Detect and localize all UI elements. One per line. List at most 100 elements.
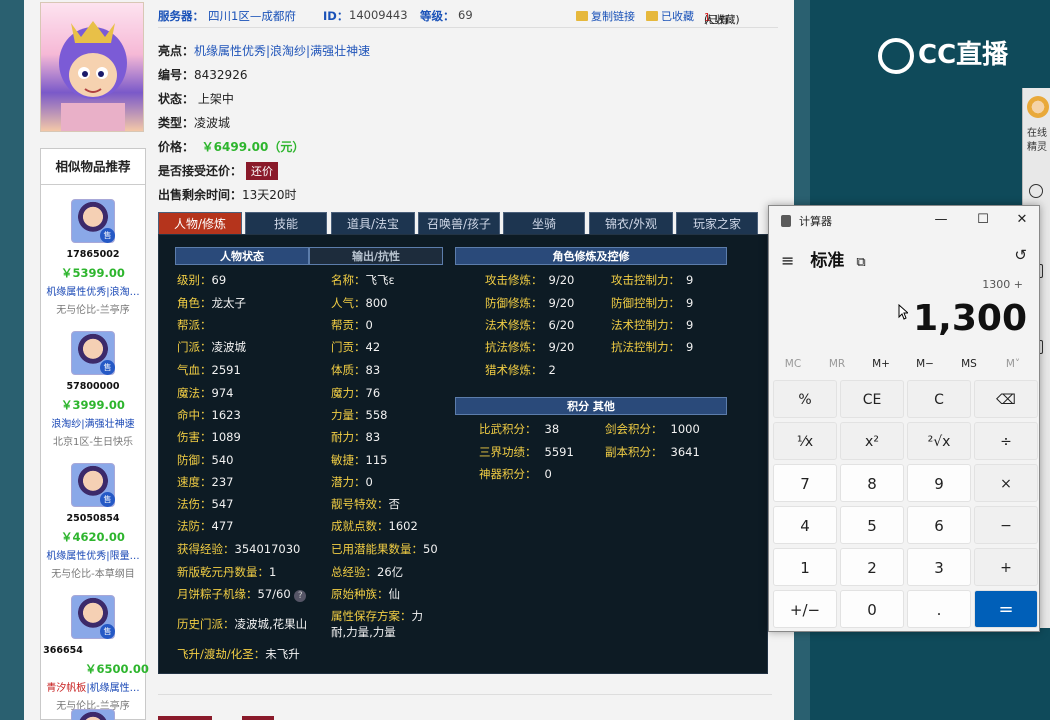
tab-items[interactable]: 道具/法宝 <box>331 212 415 234</box>
percent-key[interactable]: % <box>773 380 837 418</box>
tab-skills[interactable]: 技能 <box>245 212 327 234</box>
item-price: ￥6500.00 <box>85 662 149 676</box>
similar-item[interactable]: 售 366654 ￥6500.00 青汐帆板|机缘属性… 无与伦比-兰亭序 <box>41 595 149 720</box>
digit-3-key[interactable]: 3 <box>907 548 971 586</box>
stat-value: 354017030 <box>234 542 301 556</box>
bargain-button[interactable]: 还价 <box>246 162 279 180</box>
stat-value: 237 <box>211 475 234 489</box>
digit-0-key[interactable]: 0 <box>840 590 904 628</box>
similar-item[interactable]: 售 17865002 ￥5399.00 机缘属性优秀|浪淘… 无与伦比-兰亭序 <box>41 199 145 329</box>
divide-key[interactable]: ÷ <box>974 422 1038 460</box>
stat-key: 原始种族： <box>331 587 389 601</box>
level-value: 69 <box>458 8 473 22</box>
memory-list-button[interactable]: M˅ <box>995 358 1031 370</box>
favorite-button[interactable]: 已收藏 <box>646 8 694 24</box>
digit-6-key[interactable]: 6 <box>907 506 971 544</box>
assistant-avatar-icon[interactable] <box>1027 96 1049 118</box>
multiply-key[interactable]: × <box>974 464 1038 502</box>
minimize-button[interactable]: — <box>933 212 949 228</box>
item-thumbnail[interactable]: 售 <box>71 595 115 639</box>
clear-entry-key[interactable]: CE <box>840 380 904 418</box>
clock-icon[interactable] <box>1029 184 1043 198</box>
similar-items-title: 相似物品推荐 <box>41 149 145 185</box>
tab-summons[interactable]: 召唤兽/孩子 <box>418 212 500 234</box>
digit-7-key[interactable]: 7 <box>773 464 837 502</box>
clear-key[interactable]: C <box>907 380 971 418</box>
backspace-key[interactable]: ⌫ <box>974 380 1038 418</box>
digit-2-key[interactable]: 2 <box>840 548 904 586</box>
plus-key[interactable]: + <box>974 548 1038 586</box>
bottom-divider <box>158 694 772 695</box>
help-icon[interactable]: ? <box>294 590 307 602</box>
close-button[interactable]: ✕ <box>1014 212 1030 228</box>
negate-key[interactable]: +/− <box>773 590 837 628</box>
memory-store-button[interactable]: MS <box>951 358 987 370</box>
calculator-mode: ≡ 标准 ⧉ <box>781 246 866 271</box>
item-desc-link[interactable]: 机缘属性优秀|浪淘… <box>41 283 145 298</box>
cultivation-row: 抗法控制力： 9 <box>611 339 693 355</box>
stat-key: 防御控制力： <box>611 296 680 310</box>
stat-key: 魔力： <box>331 386 366 400</box>
stat-key: 法术控制力： <box>611 318 680 332</box>
buy-button[interactable] <box>158 716 212 720</box>
cultivation-row: 防御控制力： 9 <box>611 295 693 311</box>
item-desc-link[interactable]: 青汐帆板|机缘属性… <box>41 679 145 694</box>
item-thumbnail[interactable]: 售 <box>71 463 115 507</box>
minus-key[interactable]: − <box>974 506 1038 544</box>
memory-subtract-button[interactable]: M− <box>907 358 943 370</box>
calculator-title: 计算器 <box>781 213 832 229</box>
tab-home[interactable]: 玩家之家 <box>676 212 758 234</box>
decimal-key[interactable]: . <box>907 590 971 628</box>
memory-recall-button[interactable]: MR <box>819 358 855 370</box>
keep-on-top-icon[interactable]: ⧉ <box>856 255 865 270</box>
stat-key: 已用潜能果数量： <box>331 542 423 556</box>
similar-items-panel: 相似物品推荐 售 17865002 ￥5399.00 机缘属性优秀|浪淘… 无与… <box>40 148 149 720</box>
price-row: 价格： ￥6499.00（元） <box>158 138 304 155</box>
digit-4-key[interactable]: 4 <box>773 506 837 544</box>
item-thumbnail[interactable] <box>71 709 115 720</box>
stat-key: 命中： <box>177 408 212 422</box>
similar-item[interactable]: 售 57800000 ￥3999.00 浪淘纱|满强壮神速 北京1区-生日快乐 <box>41 331 145 461</box>
stat-key: 防御修炼： <box>485 296 543 310</box>
cultivation-row: 攻击修炼： 9/20 <box>485 272 574 288</box>
square-key[interactable]: x² <box>840 422 904 460</box>
similar-item[interactable]: 售 25050854 ￥4620.00 机缘属性优秀|限量… 无与伦比-本草纲目 <box>41 463 145 593</box>
stat-value: 1602 <box>388 519 418 533</box>
memory-clear-button[interactable]: MC <box>775 358 811 370</box>
cart-button[interactable] <box>242 716 274 720</box>
item-thumbnail[interactable]: 售 <box>71 199 115 243</box>
digit-8-key[interactable]: 8 <box>840 464 904 502</box>
tab-mounts[interactable]: 坐骑 <box>503 212 585 234</box>
item-desc-link[interactable]: 机缘属性优秀|限量… <box>41 547 145 562</box>
memory-add-button[interactable]: M+ <box>863 358 899 370</box>
equals-key[interactable]: = <box>974 590 1038 628</box>
id-value: 14009443 <box>349 8 408 22</box>
stat-row: 月饼粽子机缘：57/60 ? <box>177 586 307 602</box>
stat-value: 69 <box>211 273 227 287</box>
stat-key: 获得经验： <box>177 542 235 556</box>
stat-value: 5591 <box>544 445 574 459</box>
stat-value: 2591 <box>211 363 241 377</box>
item-thumbnail[interactable]: 售 <box>71 331 115 375</box>
menu-icon[interactable]: ≡ <box>781 251 794 270</box>
reciprocal-key[interactable]: ¹⁄x <box>773 422 837 460</box>
tab-appearance[interactable]: 锦衣/外观 <box>589 212 673 234</box>
square-root-key[interactable]: ²√x <box>907 422 971 460</box>
digit-9-key[interactable]: 9 <box>907 464 971 502</box>
stat-value: 9/20 <box>548 340 575 354</box>
stat-row: 速度：237 <box>177 474 233 490</box>
stat-value: 800 <box>365 296 388 310</box>
stat-row: 力量：558 <box>331 407 387 423</box>
item-desc-link[interactable]: 浪淘纱|满强壮神速 <box>41 415 145 430</box>
digit-5-key[interactable]: 5 <box>840 506 904 544</box>
stat-value: 83 <box>365 430 381 444</box>
tab-character[interactable]: 人物/修炼 <box>158 212 242 234</box>
digit-1-key[interactable]: 1 <box>773 548 837 586</box>
copy-link-button[interactable]: 复制链接 <box>576 8 635 24</box>
mouse-cursor-icon <box>898 304 908 320</box>
history-icon[interactable]: ↺ <box>1014 246 1027 264</box>
stat-value: 凌波城,花果山 <box>234 617 308 631</box>
stat-key: 新版乾元丹数量： <box>177 565 269 579</box>
maximize-button[interactable]: ☐ <box>975 212 991 228</box>
similar-item[interactable] <box>41 709 145 720</box>
